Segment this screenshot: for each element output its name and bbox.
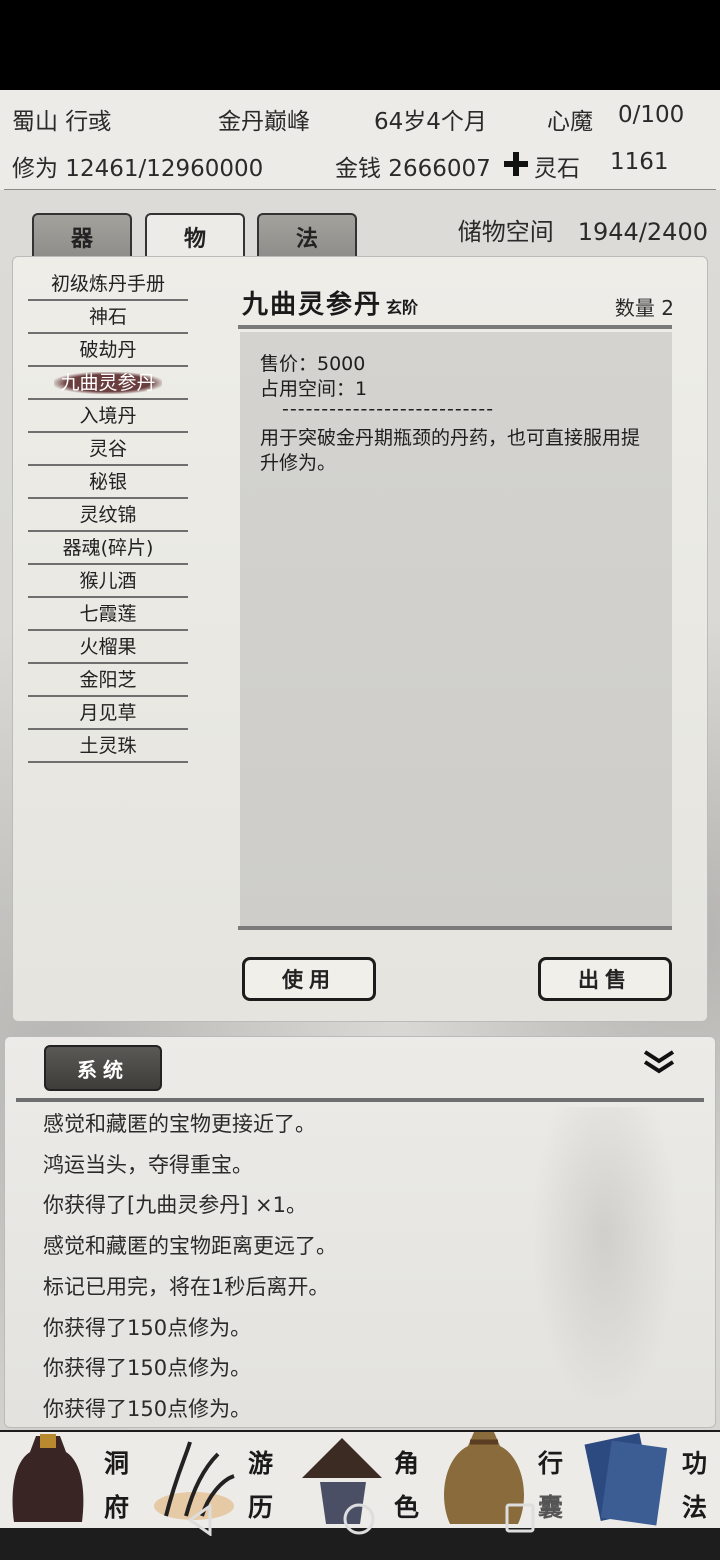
inventory-item-label: 秘银	[88, 471, 127, 493]
inventory-item-label: 初级炼丹手册	[50, 273, 165, 295]
inventory-item-label: 入境丹	[79, 405, 137, 427]
spirit-stone-icon	[504, 152, 528, 176]
inventory-item[interactable]: 土灵珠	[28, 731, 188, 763]
sell-button[interactable]: 出售	[538, 957, 672, 1001]
ink-figure-decoration	[525, 1107, 685, 1427]
inventory-item-label: 金阳芝	[79, 669, 137, 691]
inventory-item-label: 灵纹锦	[79, 504, 137, 526]
inventory-item-label: 土灵珠	[79, 735, 137, 757]
technique-icon[interactable]	[582, 1430, 674, 1528]
nav-character-bottom[interactable]: 色	[394, 1488, 419, 1524]
cultivation-label: 修为 12461/12960000	[12, 156, 264, 182]
item-description-box	[240, 332, 672, 926]
collapse-chevron-icon[interactable]	[642, 1048, 676, 1076]
nav-travel-bottom[interactable]: 历	[248, 1488, 273, 1524]
log-line: 标记已用完，将在1秒后离开。	[43, 1274, 330, 1299]
heart-demon-value: 0/100	[618, 102, 685, 128]
log-line: 鸿运当头，夺得重宝。	[43, 1152, 253, 1177]
money-label: 金钱 2666007	[335, 156, 491, 182]
log-line: 你获得了150点修为。	[43, 1396, 252, 1421]
item-space: 占用空间：1	[260, 378, 368, 400]
item-name: 九曲灵参丹	[242, 290, 383, 320]
inventory-item[interactable]: 秘银	[28, 467, 188, 499]
log-line: 你获得了150点修为。	[43, 1315, 252, 1340]
inventory-item-label: 灵谷	[88, 438, 127, 460]
tab-items[interactable]: 物	[145, 213, 245, 259]
item-quantity: 数量 2	[614, 296, 674, 320]
detail-top-rule	[238, 325, 672, 329]
inventory-item[interactable]: 灵纹锦	[28, 500, 188, 532]
inventory-item[interactable]: 破劫丹	[28, 335, 188, 367]
inventory-item[interactable]: 七霞莲	[28, 599, 188, 631]
log-line: 你获得了[九曲灵参丹] ×1。	[43, 1193, 308, 1218]
use-button[interactable]: 使用	[242, 957, 376, 1001]
detail-bottom-rule	[238, 926, 672, 930]
age-label: 64岁4个月	[374, 109, 487, 135]
inventory-item[interactable]: 猴儿酒	[28, 566, 188, 598]
nav-dwelling-bottom[interactable]: 府	[104, 1488, 129, 1524]
recents-nav-icon[interactable]	[504, 1502, 536, 1534]
inventory-item-label: 月见草	[79, 702, 137, 724]
nav-technique-bottom[interactable]: 法	[682, 1488, 707, 1524]
home-nav-icon[interactable]	[342, 1502, 376, 1536]
item-price: 售价：5000	[260, 353, 366, 375]
location-label: 蜀山 行彧	[12, 109, 112, 135]
item-description: 用于突破金丹期瓶颈的丹药，也可直接服用提升修为。	[260, 427, 641, 474]
inventory-item-label: 火榴果	[79, 636, 137, 658]
inventory-item[interactable]: 器魂(碎片)	[28, 533, 188, 565]
inventory-item[interactable]: 初级炼丹手册	[28, 269, 188, 301]
item-grade: 玄阶	[386, 298, 419, 317]
log-line: 你获得了150点修为。	[43, 1356, 252, 1381]
nav-character-top[interactable]: 角	[394, 1444, 419, 1480]
item-detail-title: 九曲灵参丹 玄阶	[242, 284, 418, 321]
tab-techniques[interactable]: 法	[257, 213, 357, 259]
character-header: 蜀山 行彧 金丹巅峰 64岁4个月 心魔 0/100 修为 12461/1296…	[0, 90, 720, 190]
inventory-item-label: 破劫丹	[79, 339, 137, 361]
spirit-stone-value: 1161	[610, 149, 669, 175]
nav-dwelling-top[interactable]: 洞	[104, 1444, 129, 1480]
nav-bag-top[interactable]: 行	[538, 1444, 563, 1480]
realm-label: 金丹巅峰	[218, 109, 310, 135]
inventory-item[interactable]: 神石	[28, 302, 188, 334]
dwelling-icon[interactable]	[6, 1432, 90, 1528]
inventory-item[interactable]: 九曲灵参丹	[28, 368, 188, 400]
heart-demon-label: 心魔	[547, 109, 593, 135]
nav-bag-bottom[interactable]: 囊	[538, 1488, 563, 1524]
inventory-item-label: 七霞莲	[79, 603, 137, 625]
description-separator: ---------------------------	[282, 398, 495, 420]
inventory-item-label: 器魂(碎片)	[62, 537, 154, 559]
inventory-item-label: 神石	[88, 306, 127, 328]
status-bar	[0, 0, 720, 90]
log-line: 感觉和藏匿的宝物距离更远了。	[43, 1234, 337, 1259]
inventory-item[interactable]: 入境丹	[28, 401, 188, 433]
inventory-item[interactable]: 灵谷	[28, 434, 188, 466]
spirit-stone-label: 灵石	[534, 156, 580, 182]
system-log-tab[interactable]: 系统	[44, 1045, 162, 1091]
log-divider	[16, 1098, 704, 1102]
nav-technique-top[interactable]: 功	[682, 1444, 707, 1480]
inventory-item-label: 九曲灵参丹	[54, 372, 162, 394]
back-nav-icon[interactable]	[186, 1504, 214, 1536]
nav-travel-top[interactable]: 游	[248, 1444, 273, 1480]
storage-capacity: 储物空间 1944/2400	[457, 218, 708, 246]
inventory-item[interactable]: 金阳芝	[28, 665, 188, 697]
inventory-item[interactable]: 火榴果	[28, 632, 188, 664]
log-line: 感觉和藏匿的宝物更接近了。	[43, 1112, 316, 1136]
inventory-item[interactable]: 月见草	[28, 698, 188, 730]
tab-equipment[interactable]: 器	[32, 213, 132, 259]
inventory-item-label: 猴儿酒	[79, 570, 137, 592]
